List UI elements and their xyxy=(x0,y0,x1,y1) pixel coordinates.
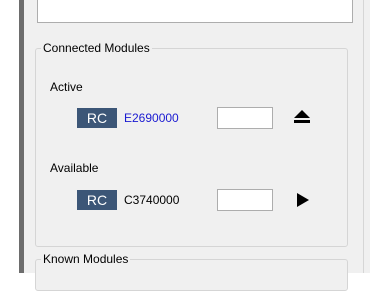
play-icon[interactable] xyxy=(292,189,314,211)
active-module-field[interactable] xyxy=(217,107,273,129)
known-modules-title: Known Modules xyxy=(41,251,131,267)
active-rc-badge: RC xyxy=(77,108,117,128)
known-modules-group: Known Modules xyxy=(35,251,348,291)
connected-modules-group: Connected Modules Active RC E2690000 Ava… xyxy=(35,40,348,247)
right-divider xyxy=(363,0,364,273)
available-rc-badge: RC xyxy=(77,190,117,210)
available-module-field[interactable] xyxy=(217,189,273,211)
active-module-id[interactable]: E2690000 xyxy=(124,111,179,125)
connected-modules-title: Connected Modules xyxy=(41,40,152,56)
available-label: Available xyxy=(50,161,99,175)
top-text-box[interactable] xyxy=(37,0,353,23)
left-border xyxy=(0,0,24,273)
modules-panel: Connected Modules Active RC E2690000 Ava… xyxy=(24,0,370,291)
available-module-id[interactable]: C3740000 xyxy=(124,193,179,207)
active-label: Active xyxy=(50,80,83,94)
eject-icon[interactable] xyxy=(292,107,314,129)
